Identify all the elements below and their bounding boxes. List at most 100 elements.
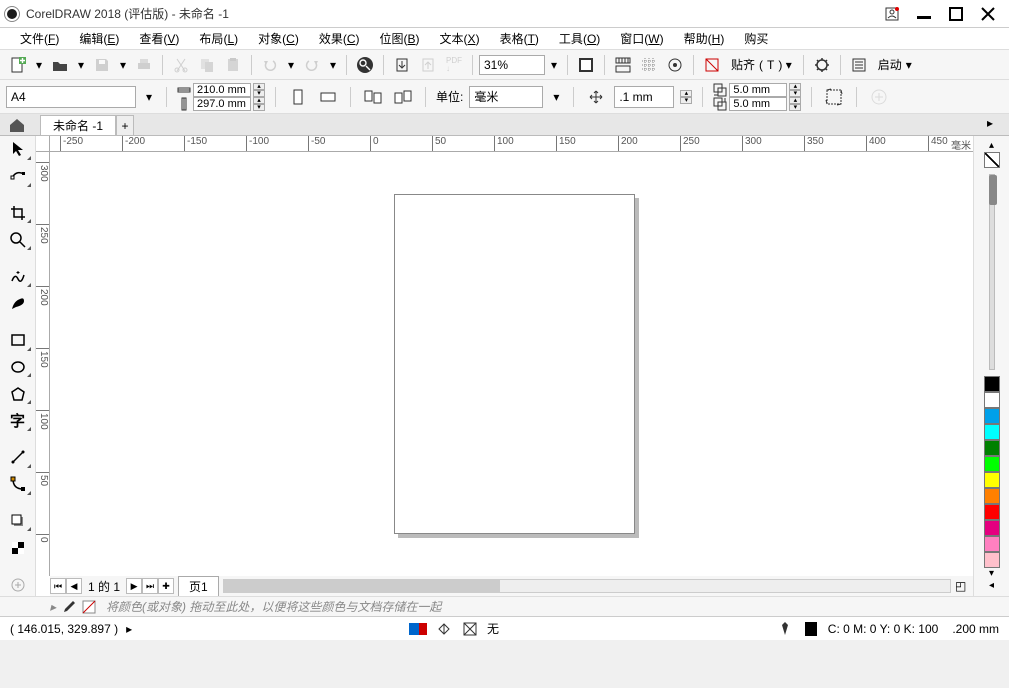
- drop-shadow-tool[interactable]: [4, 510, 32, 533]
- page-tab-1[interactable]: 页1: [178, 576, 219, 597]
- ellipse-tool[interactable]: [4, 356, 32, 379]
- color-swatch[interactable]: [984, 440, 1000, 456]
- color-swatch[interactable]: [984, 552, 1000, 568]
- units-combo[interactable]: [469, 86, 543, 108]
- color-swatch[interactable]: [984, 536, 1000, 552]
- close-button[interactable]: [979, 5, 997, 23]
- zoom-level-input[interactable]: [479, 55, 545, 75]
- page-preset-dropdown[interactable]: ▾: [142, 87, 156, 107]
- menu-object[interactable]: 对象(C): [248, 28, 309, 49]
- expand-toolbox-icon[interactable]: [4, 573, 32, 596]
- connector-tool[interactable]: [4, 473, 32, 496]
- palette-up-arrow[interactable]: ▴: [989, 140, 994, 152]
- eyedropper-icon[interactable]: [62, 600, 76, 614]
- import-icon[interactable]: [390, 53, 414, 77]
- polygon-tool[interactable]: [4, 382, 32, 405]
- nudge-spinner[interactable]: ▴▾: [680, 90, 692, 104]
- prev-page-button[interactable]: ◀: [66, 578, 82, 594]
- menu-effects[interactable]: 效果(C): [309, 28, 370, 49]
- menu-tools[interactable]: 工具(O): [549, 28, 610, 49]
- document-tab-active[interactable]: 未命名 -1: [40, 115, 116, 135]
- navigator-icon[interactable]: ◰: [955, 579, 973, 593]
- docker-expand-icon[interactable]: ▸: [987, 116, 1005, 130]
- menu-bitmap[interactable]: 位图(B): [370, 28, 430, 49]
- next-page-button[interactable]: ▶: [126, 578, 142, 594]
- treat-as-filled-icon[interactable]: [822, 85, 846, 109]
- canvas[interactable]: [50, 152, 973, 576]
- options-icon[interactable]: [810, 53, 834, 77]
- first-page-button[interactable]: ⏮: [50, 578, 66, 594]
- pick-tool[interactable]: [4, 138, 32, 161]
- orientation-landscape-icon[interactable]: [316, 85, 340, 109]
- open-icon[interactable]: [48, 53, 72, 77]
- dimension-tool[interactable]: [4, 446, 32, 469]
- welcome-tab-icon[interactable]: [8, 117, 26, 133]
- menu-help[interactable]: 帮助(H): [674, 28, 735, 49]
- outline-pen-icon[interactable]: [776, 622, 794, 636]
- no-fill-well-icon[interactable]: [82, 600, 96, 614]
- outline-color-swatch[interactable]: [802, 622, 820, 636]
- document-palette-bar[interactable]: ▸ 将颜色(或对象) 拖动至此处，以便将这些颜色与文档存储在一起: [0, 596, 1009, 616]
- fullscreen-preview-icon[interactable]: [574, 53, 598, 77]
- show-grid-icon[interactable]: [637, 53, 661, 77]
- palette-menu-icon[interactable]: ▸: [50, 600, 56, 614]
- menu-file[interactable]: 文件(F): [10, 28, 69, 49]
- all-pages-icon[interactable]: [361, 85, 385, 109]
- launcher-icon[interactable]: [847, 53, 871, 77]
- shape-tool[interactable]: [4, 165, 32, 188]
- menu-layout[interactable]: 布局(L): [189, 28, 248, 49]
- color-swatch[interactable]: [984, 392, 1000, 408]
- show-guides-icon[interactable]: [663, 53, 687, 77]
- ruler-origin[interactable]: [36, 136, 50, 152]
- add-page-button[interactable]: ✚: [158, 578, 174, 594]
- palette-down-arrow[interactable]: ▾: [989, 568, 994, 580]
- horizontal-scrollbar[interactable]: [223, 579, 951, 593]
- maximize-button[interactable]: [947, 5, 965, 23]
- freehand-tool[interactable]: [4, 265, 32, 288]
- zoom-tool[interactable]: [4, 228, 32, 251]
- notification-icon[interactable]: [883, 5, 901, 23]
- palette-flyout-arrow[interactable]: ◂: [989, 580, 994, 592]
- menu-table[interactable]: 表格(T): [490, 28, 549, 49]
- launch-button[interactable]: 启动 ▾: [873, 54, 917, 76]
- minimize-button[interactable]: [915, 5, 933, 23]
- fill-indicator-icon[interactable]: [435, 622, 453, 636]
- page-height-field[interactable]: ▴▾: [177, 97, 265, 111]
- search-content-icon[interactable]: [353, 53, 377, 77]
- nudge-distance-field[interactable]: [614, 86, 674, 108]
- palette-scrollbar[interactable]: [989, 174, 995, 370]
- text-tool[interactable]: 字: [4, 409, 32, 432]
- color-proof-icon[interactable]: [409, 622, 427, 636]
- orientation-portrait-icon[interactable]: [286, 85, 310, 109]
- no-color-swatch[interactable]: [984, 152, 1000, 168]
- menu-text[interactable]: 文本(X): [430, 28, 490, 49]
- menu-view[interactable]: 查看(V): [129, 28, 189, 49]
- transparency-tool[interactable]: [4, 536, 32, 559]
- ruler-vertical[interactable]: 300250200150100500: [36, 152, 50, 576]
- rectangle-tool[interactable]: [4, 329, 32, 352]
- current-page-icon[interactable]: [391, 85, 415, 109]
- zoom-dropdown[interactable]: ▾: [547, 55, 561, 75]
- color-swatch[interactable]: [984, 424, 1000, 440]
- new-tab-button[interactable]: +: [116, 115, 134, 135]
- duplicate-y-field[interactable]: ▴▾: [713, 97, 801, 111]
- menu-buy[interactable]: 购买: [734, 28, 778, 49]
- artistic-media-tool[interactable]: [4, 292, 32, 315]
- color-swatch[interactable]: [984, 376, 1000, 392]
- page-width-field[interactable]: ▴▾: [177, 83, 265, 97]
- color-swatch[interactable]: [984, 456, 1000, 472]
- ruler-horizontal[interactable]: -250-200-150-100-50050100150200250300350…: [50, 136, 973, 152]
- menu-window[interactable]: 窗口(W): [610, 28, 673, 49]
- snap-off-icon[interactable]: [700, 53, 724, 77]
- color-swatch[interactable]: [984, 408, 1000, 424]
- color-swatch[interactable]: [984, 472, 1000, 488]
- show-rulers-icon[interactable]: [611, 53, 635, 77]
- last-page-button[interactable]: ⏭: [142, 578, 158, 594]
- snap-to-button[interactable]: 贴齐(T) ▾: [726, 54, 797, 76]
- status-expand-icon[interactable]: ▸: [126, 622, 132, 636]
- menu-edit[interactable]: 编辑(E): [69, 28, 129, 49]
- units-dropdown[interactable]: ▾: [549, 87, 563, 107]
- color-swatch[interactable]: [984, 520, 1000, 536]
- new-doc-dropdown[interactable]: ▾: [32, 55, 46, 75]
- page-preset-combo[interactable]: [6, 86, 136, 108]
